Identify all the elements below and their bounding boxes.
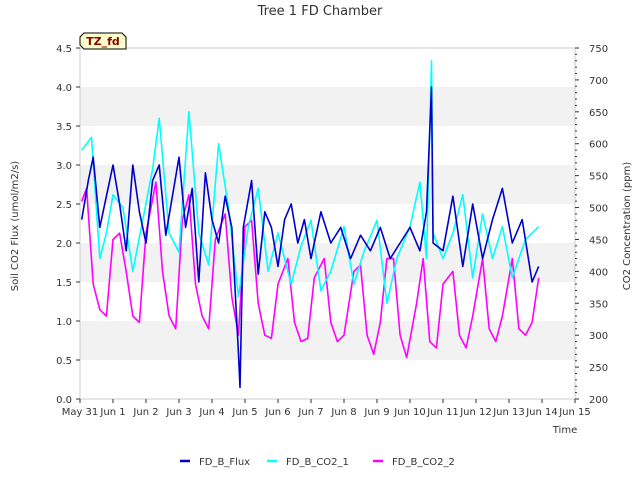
left-tick-label: 1.5 bbox=[56, 278, 72, 289]
x-tick-label: May 31 bbox=[62, 407, 99, 418]
legend-label: FD_B_Flux bbox=[199, 457, 250, 468]
grid-bands bbox=[80, 87, 575, 360]
tz-badge: TZ_fd bbox=[79, 32, 127, 50]
grid-band bbox=[80, 321, 575, 360]
grid-band bbox=[80, 165, 575, 204]
x-tick-label: Jun 1 bbox=[99, 407, 125, 418]
x-tick-label: Jun 8 bbox=[330, 407, 356, 418]
legend: FD_B_Flux FD_B_CO2_1 FD_B_CO2_2 bbox=[180, 457, 455, 468]
y-axis-right-label: CO2 Concentration (ppm) bbox=[622, 162, 633, 291]
left-tick-label: 4.0 bbox=[56, 83, 72, 94]
left-tick-label: 0.5 bbox=[56, 356, 72, 367]
left-tick-label: 1.0 bbox=[56, 317, 72, 328]
x-tick-label: Jun 15 bbox=[558, 407, 591, 418]
legend-label: FD_B_CO2_1 bbox=[286, 457, 349, 468]
x-tick-label: Jun 12 bbox=[459, 407, 492, 418]
right-tick-label: 400 bbox=[589, 267, 608, 278]
right-tick-label: 750 bbox=[589, 44, 608, 55]
x-axis-label: Time bbox=[552, 425, 577, 436]
right-tick-label: 200 bbox=[589, 395, 608, 406]
right-tick-label: 350 bbox=[589, 299, 608, 310]
x-tick-label: Jun 6 bbox=[264, 407, 290, 418]
right-tick-label: 450 bbox=[589, 235, 608, 246]
x-tick-label: Jun 13 bbox=[492, 407, 525, 418]
right-axis-ticks: 200 250 300 350 400 450 500 550 600 650 700 750 bbox=[575, 44, 608, 406]
tz-badge-label: TZ_fd bbox=[86, 35, 120, 48]
x-tick-label: Jun 9 bbox=[363, 407, 389, 418]
right-tick-label: 550 bbox=[589, 172, 608, 183]
left-tick-label: 0.0 bbox=[56, 395, 72, 406]
left-tick-label: 2.5 bbox=[56, 200, 72, 211]
legend-label: FD_B_CO2_2 bbox=[392, 457, 455, 468]
right-tick-label: 500 bbox=[589, 204, 608, 215]
x-tick-label: Jun 11 bbox=[426, 407, 459, 418]
x-tick-label: Jun 10 bbox=[393, 407, 426, 418]
right-tick-label: 600 bbox=[589, 140, 608, 151]
chart-title: Tree 1 FD Chamber bbox=[257, 4, 383, 19]
x-axis-ticks: May 31 Jun 1 Jun 2 Jun 3 Jun 4 Jun 5 Jun 6 Jun … bbox=[62, 399, 591, 418]
x-tick-label: Jun 7 bbox=[297, 407, 323, 418]
left-tick-label: 3.5 bbox=[56, 122, 72, 133]
right-tick-label: 650 bbox=[589, 108, 608, 119]
x-tick-label: Jun 2 bbox=[132, 407, 158, 418]
x-tick-label: Jun 4 bbox=[198, 407, 224, 418]
left-tick-label: 2.0 bbox=[56, 239, 72, 250]
grid-band bbox=[80, 87, 575, 126]
right-tick-label: 700 bbox=[589, 76, 608, 87]
x-tick-label: Jun 14 bbox=[525, 407, 558, 418]
chart-canvas: 0.0 0.5 1.0 1.5 2.0 2.5 3.0 3.5 4.0 4.5 200 250 300… bbox=[10, 4, 633, 468]
right-tick-label: 250 bbox=[589, 363, 608, 374]
x-tick-label: Jun 5 bbox=[231, 407, 257, 418]
right-tick-label: 300 bbox=[589, 331, 608, 342]
x-tick-label: Jun 3 bbox=[165, 407, 191, 418]
left-tick-label: 4.5 bbox=[56, 44, 72, 55]
y-axis-left-label: Soil CO2 Flux (umol/m2/s) bbox=[10, 161, 21, 291]
left-tick-label: 3.0 bbox=[56, 161, 72, 172]
left-axis-ticks: 0.0 0.5 1.0 1.5 2.0 2.5 3.0 3.5 4.0 4.5 bbox=[56, 44, 80, 406]
